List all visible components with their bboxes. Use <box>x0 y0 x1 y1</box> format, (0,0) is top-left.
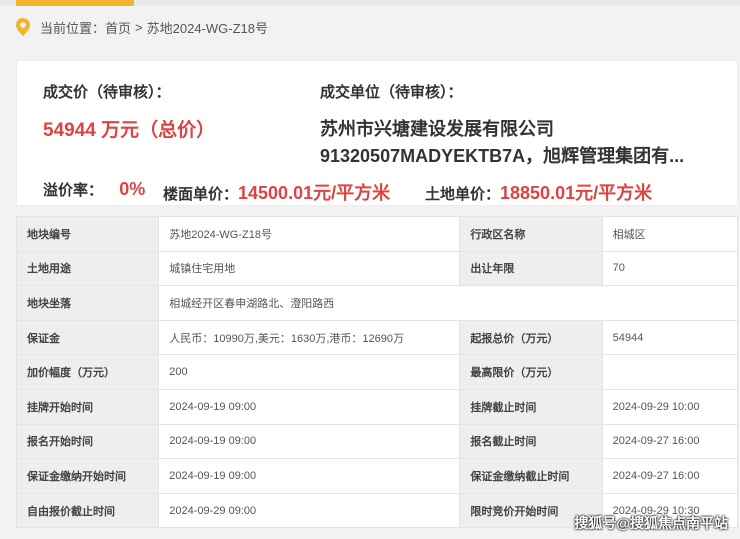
table-value-cell <box>601 354 739 390</box>
land-detail-table: 地块编号 苏地2024-WG-Z18号 行政区名称 相城区 土地用途 城镇住宅用地 出让年限… <box>15 216 739 529</box>
table-key-cell: 保证金缴纳开始时间 <box>15 458 160 494</box>
floor-unit-price: 楼面单价：14500.01元/平方米 <box>163 179 390 205</box>
buyer-label: 成交单位（待审核）： <box>320 84 463 101</box>
table-value-cell: 2024-09-19 09:00 <box>158 388 461 425</box>
buyer-name-line1: 苏州市兴塘建设发展有限公司 <box>320 119 554 139</box>
premium-rate-value: 0% <box>119 179 146 199</box>
premium-rate-label: 溢价率： <box>43 182 104 199</box>
table-key-cell: 行政区名称 <box>459 216 603 252</box>
table-row: 保证金缴纳开始时间 2024-09-19 09:00 保证金缴纳截止时间 2024-0… <box>15 458 739 494</box>
land-unit-price-value: 18850.01元/平方米 <box>500 183 653 203</box>
table-key-cell: 起报总价（万元） <box>459 319 603 356</box>
table-key-cell: 出让年限 <box>459 250 603 287</box>
table-row: 地块坐落 相城经开区春申湖路北、澄阳路西 <box>15 285 738 321</box>
table-value-cell: 2024-09-27 16:00 <box>601 423 739 460</box>
deal-price-value: 54944 万元（总价） <box>43 120 216 141</box>
table-key-cell: 最高限价（万元） <box>459 354 603 390</box>
table-key-cell: 保证金缴纳截止时间 <box>459 458 603 494</box>
table-value-cell: 相城区 <box>601 216 739 252</box>
table-key-cell: 保证金 <box>15 319 160 356</box>
table-row: 挂牌开始时间 2024-09-19 09:00 挂牌截止时间 2024-09-29 1… <box>15 388 739 425</box>
floor-unit-price-label: 楼面单价： <box>163 186 239 203</box>
table-value-cell: 70 <box>601 250 739 287</box>
floor-unit-price-value: 14500.01元/平方米 <box>238 183 391 203</box>
land-unit-price: 土地单价：18850.01元/平方米 <box>425 179 652 205</box>
table-value-cell: 200 <box>158 354 461 390</box>
breadcrumb-prefix: 当前位置： <box>40 20 106 36</box>
breadcrumb: 当前位置： 首页 > 苏地2024-WG-Z18号 <box>16 12 268 42</box>
table-key-cell: 报名开始时间 <box>15 423 160 460</box>
land-unit-price-label: 土地单价： <box>425 186 501 203</box>
table-value-cell: 54944 <box>601 319 739 356</box>
buyer-name-line2: 91320507MADYEKTB7A，旭辉管理集团有... <box>320 146 685 166</box>
premium-rate: 溢价率： 0% <box>43 179 145 200</box>
table-value-cell: 2024-09-19 09:00 <box>158 423 461 460</box>
table-key-cell: 地块坐落 <box>15 285 160 321</box>
table-row: 加价幅度（万元） 200 最高限价（万元） <box>15 354 739 390</box>
table-row: 地块编号 苏地2024-WG-Z18号 行政区名称 相城区 <box>15 216 739 252</box>
table-key-cell: 挂牌开始时间 <box>15 388 160 425</box>
table-row: 土地用途 城镇住宅用地 出让年限 70 <box>15 250 739 287</box>
table-row: 保证金 人民币：10990万,美元：1630万,港币：12690万 起报总价（万元）… <box>15 319 739 356</box>
breadcrumb-separator: > <box>135 19 143 35</box>
table-key-cell: 报名截止时间 <box>459 423 603 460</box>
top-bar <box>0 0 740 6</box>
top-bar-accent <box>16 0 134 6</box>
watermark: 搜狐号@搜狐焦点南平站 <box>574 515 728 531</box>
table-key-cell: 加价幅度（万元） <box>15 354 160 390</box>
table-value-cell: 人民币：10990万,美元：1630万,港币：12690万 <box>158 319 461 356</box>
table-value-cell: 2024-09-27 16:00 <box>601 458 739 494</box>
table-key-cell: 土地用途 <box>15 250 160 287</box>
deal-price-label: 成交价（待审核）： <box>43 84 171 101</box>
table-key-cell: 地块编号 <box>15 216 160 252</box>
breadcrumb-current: 苏地2024-WG-Z18号 <box>146 20 268 36</box>
table-value-cell: 2024-09-29 09:00 <box>158 492 461 529</box>
table-row: 报名开始时间 2024-09-19 09:00 报名截止时间 2024-09-27 1… <box>15 423 739 460</box>
deal-summary-card: 成交价（待审核）： 54944 万元（总价） 成交单位（待审核）： 苏州市兴塘建… <box>16 60 738 206</box>
table-value-cell: 2024-09-19 09:00 <box>158 458 461 494</box>
table-value-cell: 城镇住宅用地 <box>158 250 461 287</box>
location-pin-icon <box>16 18 30 36</box>
table-value-cell: 苏地2024-WG-Z18号 <box>158 216 461 252</box>
table-key-cell: 自由报价截止时间 <box>15 492 160 529</box>
table-value-cell: 相城经开区春申湖路北、澄阳路西 <box>158 285 738 321</box>
table-key-cell: 挂牌截止时间 <box>459 388 603 425</box>
table-value-cell: 2024-09-29 10:00 <box>601 388 739 425</box>
breadcrumb-home-link[interactable]: 首页 <box>105 18 131 37</box>
